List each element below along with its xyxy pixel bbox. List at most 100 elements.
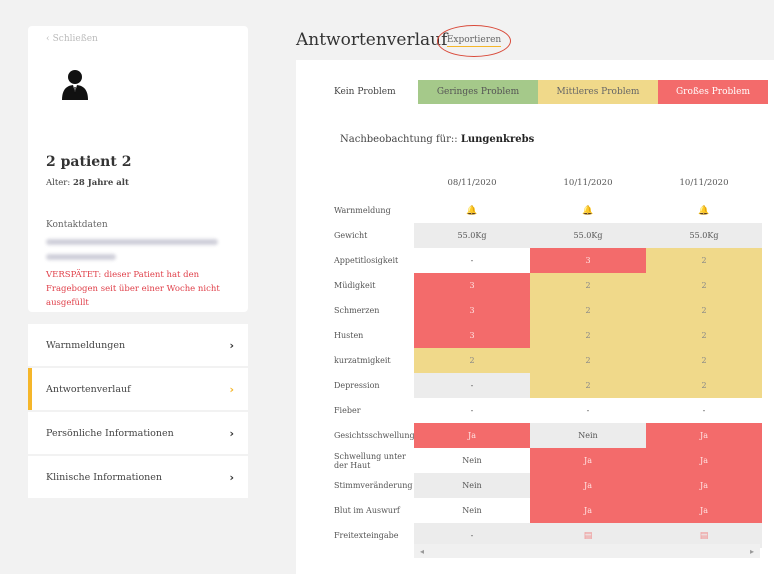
row-label: Blut im Auswurf (326, 498, 414, 523)
table-cell: 55.0Kg (646, 223, 762, 248)
page-title: Antwortenverlauf (296, 30, 448, 50)
cell-value: 2 (585, 356, 591, 365)
age-label: Alter: (46, 178, 71, 188)
table-cell: Nein (414, 498, 530, 523)
nav-label: Klinische Informationen (46, 471, 163, 483)
cell-value: 3 (469, 306, 475, 315)
scroll-right-icon[interactable]: ▸ (750, 547, 754, 556)
table-cell: - (646, 398, 762, 423)
cell-value: 3 (585, 256, 591, 265)
row-label: Appetitlosigkeit (326, 248, 414, 273)
table-cell: Ja (646, 473, 762, 498)
table-cell: Nein (414, 473, 530, 498)
nav-label: Persönliche Informationen (46, 427, 174, 439)
cell-value: Nein (462, 481, 482, 490)
cell-value: Ja (468, 431, 476, 440)
table-row: Fieber - - - (326, 398, 762, 423)
cell-value: - (586, 406, 590, 415)
table-cell: 55.0Kg (414, 223, 530, 248)
cell-value: 55.0Kg (457, 231, 487, 240)
table-row: Schwellung unter der Haut Nein Ja Ja (326, 448, 762, 473)
comment-icon[interactable]: ▤ (584, 531, 593, 541)
row-label: Husten (326, 323, 414, 348)
cell-value: 2 (701, 331, 707, 340)
table-cell: Ja (646, 448, 762, 473)
redacted-phone (46, 254, 116, 260)
nav-item-warnmeldungen[interactable]: Warnmeldungen › (28, 324, 248, 366)
row-label: kurzatmigkeit (326, 348, 414, 373)
cell-value: Nein (462, 456, 482, 465)
chevron-right-icon: › (229, 426, 234, 440)
table-cell: Ja (530, 498, 646, 523)
table-cell: Ja (646, 423, 762, 448)
table-row: kurzatmigkeit 2 2 2 (326, 348, 762, 373)
table-cell: 2 (646, 348, 762, 373)
table-cell: 2 (530, 323, 646, 348)
cell-value: Ja (700, 431, 708, 440)
table-cell: 2 (530, 273, 646, 298)
redacted-email (46, 239, 218, 245)
table-cell: 🔔 (530, 198, 646, 223)
cell-value: Nein (578, 431, 598, 440)
patient-card: ‹ Schließen 2 patient 2 Alter: 28 Jahre … (28, 26, 248, 312)
scroll-left-icon[interactable]: ◂ (420, 547, 424, 556)
cell-value: 55.0Kg (573, 231, 603, 240)
cell-value: 55.0Kg (689, 231, 719, 240)
table-cell: Ja (646, 498, 762, 523)
table-row: Appetitlosigkeit - 3 2 (326, 248, 762, 273)
row-label: Freitexteingabe (326, 523, 414, 548)
table-cell: 3 (414, 298, 530, 323)
nav-item-antwortenverlauf[interactable]: Antwortenverlauf › (28, 368, 248, 410)
table-cell: 3 (414, 323, 530, 348)
close-link[interactable]: ‹ Schließen (46, 34, 230, 44)
cell-value: Ja (584, 506, 592, 515)
sidebar: ‹ Schließen 2 patient 2 Alter: 28 Jahre … (28, 26, 248, 498)
cell-value: - (470, 406, 474, 415)
nav-label: Warnmeldungen (46, 339, 126, 351)
horizontal-scrollbar[interactable]: ◂ ▸ (414, 544, 760, 558)
followup-prefix: Nachbeobachtung für:: (340, 134, 458, 145)
table-row: Blut im Auswurf Nein Ja Ja (326, 498, 762, 523)
nav-item-klinische-informationen[interactable]: Klinische Informationen › (28, 456, 248, 498)
column-date: 10/11/2020 (563, 178, 613, 188)
bell-icon: 🔔 (698, 205, 710, 216)
table-cell: Ja (414, 423, 530, 448)
followup-value: Lungenkrebs (460, 134, 535, 145)
comment-icon[interactable]: ▤ (700, 531, 709, 541)
row-label: Warnmeldung (326, 198, 414, 223)
bell-icon: 🔔 (582, 205, 594, 216)
legend-no-problem: Kein Problem (326, 80, 418, 104)
table-cell: Nein (414, 448, 530, 473)
cell-value: 2 (585, 381, 591, 390)
patient-age: Alter: 28 Jahre alt (46, 178, 129, 188)
row-label: Gewicht (326, 223, 414, 248)
cell-value: 2 (585, 281, 591, 290)
table-cell: 3 (530, 248, 646, 273)
chevron-left-icon: ‹ (46, 34, 50, 44)
patient-name: 2 patient 2 (46, 154, 132, 170)
row-label: Stimmveränderung (326, 473, 414, 498)
cell-value: Ja (700, 456, 708, 465)
table-cell: 2 (646, 323, 762, 348)
table-cell: - (414, 248, 530, 273)
cell-value: 2 (701, 256, 707, 265)
table-cell: 2 (646, 373, 762, 398)
cell-value: Ja (584, 456, 592, 465)
cell-value: 2 (701, 381, 707, 390)
table-cell: - (414, 398, 530, 423)
cell-value: 2 (701, 356, 707, 365)
column-date: 08/11/2020 (447, 178, 497, 188)
table-cell: 2 (530, 348, 646, 373)
table-cell: 2 (530, 373, 646, 398)
table-cell: 3 (414, 273, 530, 298)
legend-small-problem: Geringes Problem (418, 80, 538, 104)
nav-item-persoenliche-informationen[interactable]: Persönliche Informationen › (28, 412, 248, 454)
table-cell: Ja (530, 473, 646, 498)
table-row: Müdigkeit 3 2 2 (326, 273, 762, 298)
close-label: Schließen (52, 34, 98, 44)
age-value: 28 Jahre alt (72, 178, 129, 188)
cell-value: 2 (701, 281, 707, 290)
table-cell: - (414, 373, 530, 398)
export-button[interactable]: Exportieren (437, 25, 511, 57)
legend-big-problem: Großes Problem (658, 80, 768, 104)
